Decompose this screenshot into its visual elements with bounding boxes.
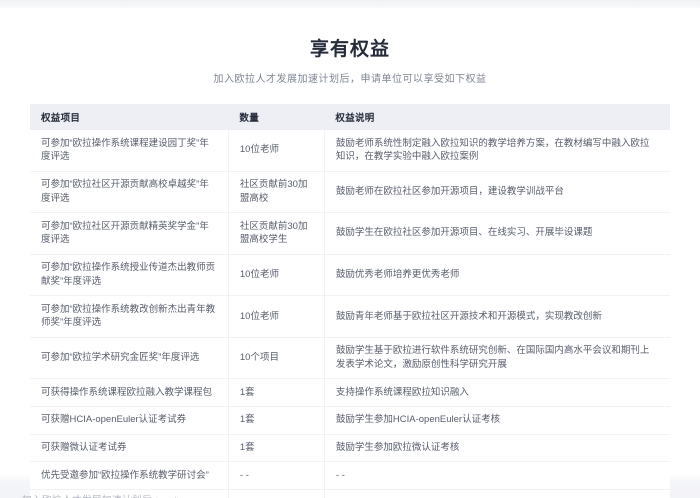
benefit-item-cell: 可参加“欧拉学术研究金匠奖”年度评选 [30,337,228,379]
benefit-description-cell: - - [324,490,670,498]
benefit-description-cell: 鼓励学生参加HCIA-openEuler认证考核 [324,406,670,434]
benefit-item-cell: 可参加“欧拉操作系统课程建设园丁奖”年度评选 [30,130,228,171]
page-subtitle: 加入欧拉人才发展加速计划后，申请单位可以享受如下权益 [0,70,700,85]
benefit-description-cell: 鼓励学生基于欧拉进行软件系统研究创新、在国际国内高水平会议和期刊上发表学术论文，… [324,337,670,379]
benefit-quantity-cell: 10位老师 [228,296,324,338]
column-header-benefit-description: 权益说明 [324,104,670,130]
table-row: 可获赠微认证考试券 1套 鼓励学生参加欧拉微认证考核 [30,434,670,462]
table-row: 可参加“欧拉操作系统课程建设园丁奖”年度评选 10位老师 鼓励老师系统性制定融入… [30,130,670,171]
benefit-quantity-cell: - - [228,462,324,490]
table-body: 可参加“欧拉操作系统课程建设园丁奖”年度评选 10位老师 鼓励老师系统性制定融入… [30,130,670,498]
page-title: 享有权益 [0,34,700,61]
benefit-item-cell: 优先受邀参加“欧拉操作系统教学研讨会” [30,462,228,490]
benefit-quantity-cell: 1套 [228,406,324,434]
column-header-quantity: 数量 [228,104,324,130]
section-header: 享有权益 加入欧拉人才发展加速计划后，申请单位可以享受如下权益 [0,0,700,85]
table-row: 可参加“欧拉社区开源贡献高校卓越奖”年度评选 社区贡献前30加盟高校 鼓励老师在… [30,171,670,213]
table-row: 可参加“欧拉学术研究金匠奖”年度评选 10个项目 鼓励学生基于欧拉进行软件系统研… [30,337,670,379]
benefit-quantity-cell: 1套 [228,379,324,407]
benefit-item-cell: 可获赠HCIA-openEuler认证考试券 [30,406,228,434]
table-header-row: 权益项目 数量 权益说明 [30,104,670,130]
clipped-next-section-text: 加入欧拉人才发展加速计划后 [22,492,152,498]
table-row: 优先受邀参加“欧拉操作系统教学研讨会” - - - - [30,462,670,490]
table-row: 可参加“欧拉操作系统教改创新杰出青年教师奖”年度评选 10位老师 鼓励青年老师基… [30,296,670,338]
benefit-description-cell: 鼓励老师在欧拉社区参加开源项目，建设教学训战平台 [324,171,670,213]
table-row: 可参加“欧拉社区开源贡献精英奖学金”年度评选 社区贡献前30加盟高校学生 鼓励学… [30,213,670,255]
benefit-description-cell: 鼓励优秀老师培养更优秀老师 [324,254,670,296]
benefit-quantity-cell: 10位老师 [228,254,324,296]
table-row: 可参加“欧拉操作系统授业传道杰出教师贡献奖”年度评选 10位老师 鼓励优秀老师培… [30,254,670,296]
table-row: 可获赠HCIA-openEuler认证考试券 1套 鼓励学生参加HCIA-ope… [30,406,670,434]
benefit-item-cell: 可参加“欧拉社区开源贡献高校卓越奖”年度评选 [30,171,228,213]
benefit-quantity-cell: 1套 [228,434,324,462]
page-top-gutter [0,0,700,9]
benefit-quantity-cell: 10位老师 [228,130,324,171]
benefit-quantity-cell: 10个项目 [228,337,324,379]
benefit-item-cell: 可获赠微认证考试券 [30,434,228,462]
benefits-table: 权益项目 数量 权益说明 可参加“欧拉操作系统课程建设园丁奖”年度评选 10位老… [30,104,670,498]
benefit-item-cell: 可参加“欧拉社区开源贡献精英奖学金”年度评选 [30,213,228,255]
benefit-description-cell: 鼓励学生参加欧拉微认证考核 [324,434,670,462]
benefit-item-cell: 可参加“欧拉操作系统教改创新杰出青年教师奖”年度评选 [30,296,228,338]
benefit-description-cell: 支持操作系统课程欧拉知识融入 [324,379,670,407]
benefit-quantity-cell: 社区贡献前30加盟高校 [228,171,324,213]
benefit-description-cell: 鼓励学生在欧拉社区参加开源项目、在线实习、开展毕设课题 [324,213,670,255]
benefit-item-cell: 可参加“欧拉操作系统授业传道杰出教师贡献奖”年度评选 [30,254,228,296]
benefit-description-cell: - - [324,462,670,490]
benefit-quantity-cell: - - [228,490,324,498]
benefit-quantity-cell: 社区贡献前30加盟高校学生 [228,213,324,255]
benefit-description-cell: 鼓励老师系统性制定融入欧拉知识的教学培养方案，在教材编写中融入欧拉知识，在教学实… [324,130,670,171]
benefit-description-cell: 鼓励青年老师基于欧拉社区开源技术和开源模式，实现教改创新 [324,296,670,338]
benefits-table-card: 权益项目 数量 权益说明 可参加“欧拉操作系统课程建设园丁奖”年度评选 10位老… [30,104,670,498]
column-header-benefit-item: 权益项目 [30,104,228,130]
table-row: 可获得操作系统课程欧拉融入教学课程包 1套 支持操作系统课程欧拉知识融入 [30,379,670,407]
benefit-item-cell: 可获得操作系统课程欧拉融入教学课程包 [30,379,228,407]
table-header: 权益项目 数量 权益说明 [30,104,670,130]
